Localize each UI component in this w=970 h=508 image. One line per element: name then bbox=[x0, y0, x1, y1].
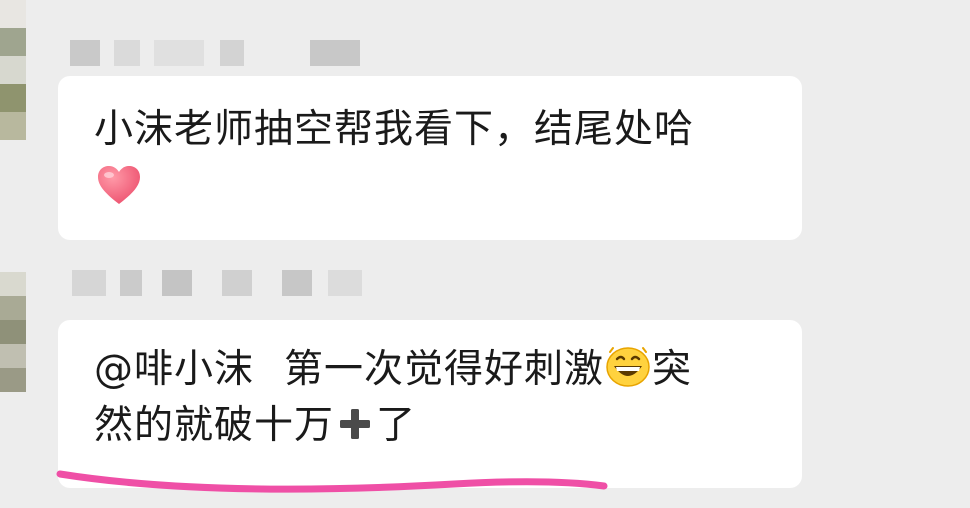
grinning-face-icon bbox=[606, 347, 650, 387]
sender-name-censored bbox=[72, 270, 362, 296]
heart-icon bbox=[98, 166, 140, 204]
message-text: @啡小沫 第一次觉得好刺激 突 bbox=[94, 342, 766, 398]
message-text: 然的就破十万 了 bbox=[94, 398, 766, 454]
highlight-underline bbox=[56, 470, 608, 493]
message-text-part: 突 bbox=[652, 347, 693, 392]
avatar[interactable] bbox=[0, 0, 26, 140]
mention[interactable]: @啡小沫 bbox=[94, 347, 254, 392]
avatar[interactable] bbox=[0, 272, 26, 392]
plus-icon bbox=[340, 409, 371, 439]
message-text-part: 了 bbox=[376, 403, 417, 448]
message-text: 小沫老师抽空帮我看下，结尾处哈 bbox=[94, 107, 695, 152]
message-bubble[interactable]: 小沫老师抽空帮我看下，结尾处哈 bbox=[58, 76, 802, 240]
sender-name-censored bbox=[70, 40, 360, 66]
message-text-part: 第一次觉得好刺激 bbox=[284, 347, 605, 392]
message-text-part: 然的就破十万 bbox=[94, 403, 335, 448]
